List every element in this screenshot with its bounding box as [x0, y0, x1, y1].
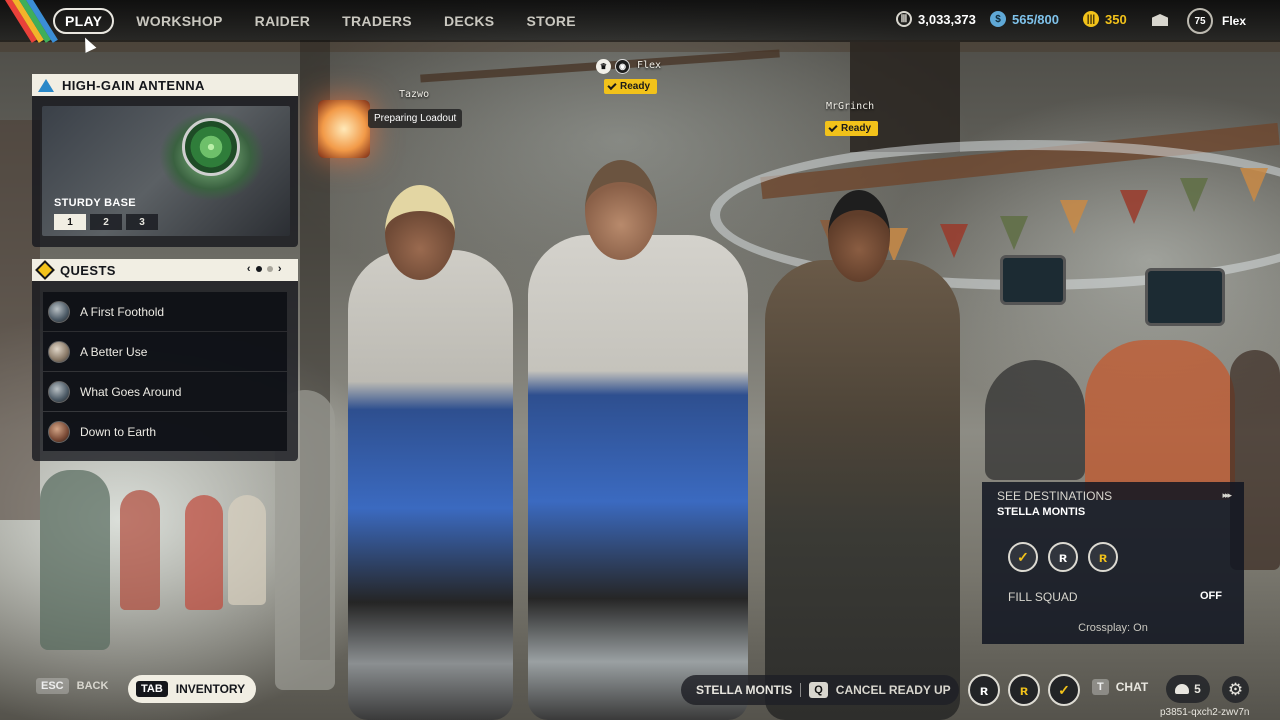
pager-dot-active[interactable] [255, 266, 262, 272]
nav-play[interactable]: PLAY [53, 8, 115, 34]
fill-squad-label: FILL SQUAD [1008, 590, 1078, 604]
chat-label: CHAT [1115, 680, 1149, 694]
antenna-level-tabs: 1 2 3 [54, 214, 158, 230]
coins-display[interactable]: ||| 350 [1083, 11, 1127, 27]
credits-value: 3,033,373 [918, 11, 976, 27]
main-nav: PLAY WORKSHOP RAIDER TRADERS DECKS STORE [53, 8, 608, 34]
quest-list: A First Foothold A Better Use What Goes … [43, 292, 287, 452]
squad-member-icon[interactable]: ʀ [1048, 542, 1078, 572]
quests-pager: ‹ › [247, 263, 282, 275]
t-key-hint: T [1092, 679, 1109, 695]
back-control[interactable]: ESC BACK [36, 678, 108, 694]
squad-member-icon[interactable]: ʀ [1088, 542, 1118, 572]
quest-item[interactable]: Down to Earth [43, 412, 287, 451]
nav-decks[interactable]: DECKS [444, 9, 495, 33]
destinations-arrows-icon[interactable]: ▸▸▸ [1222, 490, 1231, 501]
ready-badge-flex: Ready [604, 79, 658, 94]
crossplay-status: Crossplay: On [1078, 622, 1148, 634]
quests-card: QUESTS ‹ › A First Foothold A Better Use… [32, 259, 298, 461]
inventory-label: INVENTORY [175, 682, 246, 696]
q-key-hint: Q [809, 682, 828, 698]
cancel-ready-button[interactable]: CANCEL READY UP [836, 683, 951, 697]
quest-giver-avatar [48, 300, 70, 323]
warning-triangle-icon [38, 78, 54, 92]
ready-label: Ready [620, 81, 651, 92]
token-icon: $ [990, 11, 1006, 27]
separator [800, 683, 802, 697]
quests-title: QUESTS [60, 262, 116, 278]
ready-badge-mrgrinch: Ready [825, 121, 879, 136]
level-tab-1[interactable]: 1 [54, 214, 86, 230]
quest-giver-avatar [48, 380, 70, 403]
party-member-name-flex: Flex [637, 60, 662, 71]
see-destinations-link[interactable]: SEE DESTINATIONS [997, 489, 1112, 503]
player-level-badge[interactable]: 75 [1187, 8, 1213, 34]
nav-traders[interactable]: TRADERS [342, 9, 412, 33]
crown-icon: ♛ [596, 59, 611, 74]
gear-icon[interactable]: ⚙ [1222, 676, 1249, 703]
party-member-name-mrgrinch: MrGrinch [826, 101, 875, 112]
squad-slot-icon[interactable]: ʀ [1008, 674, 1040, 706]
squad-slot-icon[interactable]: ʀ [968, 674, 1000, 706]
platform-icon: ◉ [615, 59, 630, 74]
quest-item[interactable]: What Goes Around [43, 372, 287, 411]
level-tab-3[interactable]: 3 [126, 214, 158, 230]
credits-icon: Ⅲ [896, 11, 912, 27]
ready-status-bar: STELLA MONTIS Q CANCEL READY UP [681, 675, 959, 705]
fill-squad-toggle[interactable]: OFF [1200, 590, 1222, 602]
tokens-display[interactable]: $ 565/800 [990, 11, 1059, 27]
quest-label: What Goes Around [80, 384, 182, 399]
high-gain-antenna-card[interactable]: HIGH-GAIN ANTENNA STURDY BASE 1 2 3 [32, 74, 298, 247]
quest-label: A First Foothold [80, 304, 165, 319]
quest-label: A Better Use [80, 344, 148, 359]
current-destination-label: STELLA MONTIS [696, 683, 793, 697]
nav-workshop[interactable]: WORKSHOP [136, 9, 222, 33]
quests-header: QUESTS ‹ › [32, 259, 298, 281]
squad-slot-leader-icon[interactable]: ✓ [1048, 674, 1080, 706]
esc-key-hint: ESC [36, 678, 69, 694]
check-icon [607, 80, 617, 91]
antenna-title: HIGH-GAIN ANTENNA [62, 77, 205, 93]
chat-button[interactable]: T CHAT [1092, 679, 1148, 695]
antenna-subtitle: STURDY BASE [54, 197, 136, 209]
party-member-status-tazwo: Preparing Loadout [368, 109, 463, 128]
radar-screen-icon [182, 118, 240, 176]
quest-item[interactable]: A First Foothold [43, 292, 287, 331]
pager-next-button[interactable]: › [278, 263, 282, 275]
coins-icon: ||| [1083, 11, 1099, 27]
brand-stripes [0, 0, 58, 43]
people-icon [1175, 684, 1190, 694]
squad-member-leader-icon[interactable]: ✓ [1008, 542, 1038, 572]
friends-count: 5 [1194, 682, 1201, 696]
quest-label: Down to Earth [80, 424, 157, 439]
quest-item[interactable]: A Better Use [43, 332, 287, 371]
pager-dot[interactable] [266, 266, 273, 272]
destination-name: STELLA MONTIS [997, 506, 1086, 518]
quest-giver-avatar [48, 420, 70, 443]
party-member-name-tazwo: Tazwo [399, 89, 430, 100]
quest-diamond-icon [35, 260, 55, 280]
nav-store[interactable]: STORE [526, 9, 575, 33]
squad-member-icons: ✓ ʀ ʀ [1008, 542, 1118, 572]
tab-key-hint: TAB [136, 681, 168, 697]
coins-value: 350 [1105, 11, 1127, 27]
level-tab-2[interactable]: 2 [90, 214, 122, 230]
quest-giver-avatar [48, 340, 70, 363]
tokens-value: 565/800 [1012, 11, 1059, 27]
antenna-card-header: HIGH-GAIN ANTENNA [32, 74, 298, 96]
friends-button[interactable]: 5 [1166, 675, 1210, 703]
player-name[interactable]: Flex [1222, 14, 1246, 28]
ready-label: Ready [841, 123, 872, 134]
top-navigation-bar: PLAY WORKSHOP RAIDER TRADERS DECKS STORE… [0, 0, 1280, 43]
check-icon [828, 122, 838, 133]
credits-display[interactable]: Ⅲ 3,033,373 [896, 11, 976, 27]
destinations-panel: SEE DESTINATIONS ▸▸▸ STELLA MONTIS ✓ ʀ ʀ… [982, 482, 1244, 644]
squad-quick-icons: ʀ ʀ ✓ [968, 674, 1080, 706]
nav-raider[interactable]: RAIDER [255, 9, 310, 33]
inventory-button[interactable]: TAB INVENTORY [128, 675, 256, 703]
mail-icon[interactable] [1152, 14, 1168, 26]
back-label: BACK [76, 680, 109, 692]
session-id: p3851-qxch2-zwv7n [1160, 707, 1250, 718]
pager-prev-button[interactable]: ‹ [247, 263, 251, 275]
